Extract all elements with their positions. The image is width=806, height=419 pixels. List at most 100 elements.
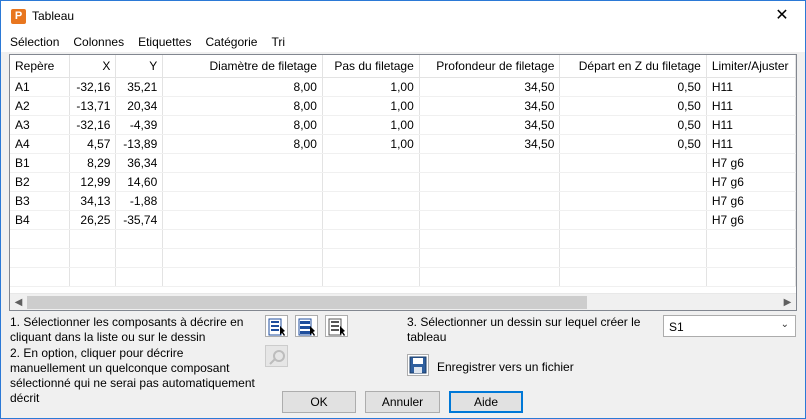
table-cell[interactable]: 1,00 (322, 134, 420, 154)
table-cell[interactable]: H11 (706, 96, 796, 116)
table-cell[interactable] (419, 191, 561, 211)
table-cell[interactable]: B3 (10, 191, 70, 211)
table-cell[interactable] (322, 229, 420, 249)
table-cell[interactable] (69, 248, 117, 268)
table-cell[interactable] (69, 267, 117, 287)
table-cell[interactable]: H7 g6 (706, 191, 796, 211)
table-cell[interactable] (322, 248, 420, 268)
table-cell[interactable] (115, 229, 164, 249)
table-cell[interactable] (559, 172, 707, 192)
table-cell[interactable] (419, 248, 561, 268)
table-cell[interactable] (419, 267, 561, 287)
table-cell[interactable]: -13,89 (115, 134, 164, 154)
table-cell[interactable] (322, 191, 420, 211)
table-cell[interactable]: 1,00 (322, 96, 420, 116)
column-header[interactable]: Repère (10, 55, 70, 78)
menu-categorie[interactable]: Catégorie (198, 32, 264, 52)
table-cell[interactable]: H11 (706, 115, 796, 135)
save-to-file-label[interactable]: Enregistrer vers un fichier (437, 360, 574, 375)
table-cell[interactable]: B4 (10, 210, 70, 230)
table-row[interactable]: B1 8,29 36,34 H7 g6 (10, 153, 796, 173)
drawing-select[interactable]: S1 ⌄ (663, 315, 796, 337)
table-cell[interactable]: 20,34 (115, 96, 164, 116)
table-cell[interactable]: -32,16 (69, 115, 117, 135)
table-cell[interactable] (115, 267, 164, 287)
cancel-button[interactable]: Annuler (365, 391, 440, 413)
table-cell[interactable] (115, 248, 164, 268)
table-cell[interactable] (162, 210, 323, 230)
save-to-file-button[interactable] (407, 354, 429, 376)
table-row[interactable] (10, 229, 796, 249)
table-cell[interactable] (559, 248, 707, 268)
table-cell[interactable] (10, 229, 70, 249)
table-cell[interactable]: -13,71 (69, 96, 117, 116)
table-cell[interactable]: H11 (706, 77, 796, 97)
table-cell[interactable] (559, 153, 707, 173)
table-cell[interactable] (419, 153, 561, 173)
table-cell[interactable] (10, 248, 70, 268)
table-row[interactable]: B4 26,25 -35,74 H7 g6 (10, 210, 796, 230)
table-cell[interactable] (162, 229, 323, 249)
table-cell[interactable]: A2 (10, 96, 70, 116)
table-cell[interactable]: 1,00 (322, 115, 420, 135)
table-cell[interactable]: -1,88 (115, 191, 164, 211)
table-cell[interactable] (706, 267, 796, 287)
table-row[interactable]: B2 12,99 14,60 H7 g6 (10, 172, 796, 192)
table-cell[interactable]: H7 g6 (706, 210, 796, 230)
table-cell[interactable]: -35,74 (115, 210, 164, 230)
menu-tri[interactable]: Tri (264, 32, 292, 52)
table-cell[interactable]: -32,16 (69, 77, 117, 97)
table-row[interactable]: B3 34,13 -1,88 H7 g6 (10, 191, 796, 211)
table-cell[interactable] (559, 191, 707, 211)
table-cell[interactable] (162, 248, 323, 268)
table-cell[interactable]: 8,00 (162, 115, 323, 135)
select-all-button[interactable] (295, 315, 318, 337)
table-cell[interactable]: 0,50 (559, 96, 707, 116)
column-header[interactable]: Profondeur de filetage (419, 55, 561, 78)
table-cell[interactable]: 8,00 (162, 134, 323, 154)
table-cell[interactable]: 36,34 (115, 153, 164, 173)
table-cell[interactable]: 34,50 (419, 115, 561, 135)
close-button[interactable]: ✕ (759, 1, 805, 32)
table-cell[interactable]: 0,50 (559, 134, 707, 154)
scroll-right-icon[interactable]: ▶ (779, 294, 796, 310)
table-cell[interactable]: A1 (10, 77, 70, 97)
table-cell[interactable] (322, 172, 420, 192)
table-cell[interactable] (10, 267, 70, 287)
table-cell[interactable]: B2 (10, 172, 70, 192)
horizontal-scrollbar[interactable]: ◀ ▶ (10, 293, 796, 310)
table-cell[interactable]: 34,50 (419, 96, 561, 116)
table-cell[interactable] (559, 267, 707, 287)
ok-button[interactable]: OK (282, 391, 356, 413)
table-row[interactable]: A4 4,57 -13,89 8,00 1,00 34,50 0,50 H11 (10, 134, 796, 154)
table-cell[interactable] (162, 153, 323, 173)
scroll-left-icon[interactable]: ◀ (10, 294, 27, 310)
table-cell[interactable] (419, 172, 561, 192)
table-cell[interactable] (322, 210, 420, 230)
table-cell[interactable] (69, 229, 117, 249)
table-cell[interactable] (322, 267, 420, 287)
menu-colonnes[interactable]: Colonnes (66, 32, 131, 52)
table-cell[interactable]: H11 (706, 134, 796, 154)
table-cell[interactable]: 1,00 (322, 77, 420, 97)
table-cell[interactable]: 4,57 (69, 134, 117, 154)
table-cell[interactable] (706, 248, 796, 268)
table-cell[interactable]: 26,25 (69, 210, 117, 230)
table-cell[interactable]: H7 g6 (706, 172, 796, 192)
column-header[interactable]: Départ en Z du filetage (559, 55, 707, 78)
table-row[interactable] (10, 267, 796, 287)
table-cell[interactable] (419, 229, 561, 249)
column-header[interactable]: Y (115, 55, 164, 78)
table-cell[interactable] (162, 172, 323, 192)
table-cell[interactable]: 34,13 (69, 191, 117, 211)
table-cell[interactable]: 8,29 (69, 153, 117, 173)
table-cell[interactable] (162, 191, 323, 211)
table-cell[interactable]: H7 g6 (706, 153, 796, 173)
table-cell[interactable]: 35,21 (115, 77, 164, 97)
help-button[interactable]: Aide (449, 391, 523, 413)
components-table[interactable]: Repère X Y Diamètre de filetage Pas du filet… (9, 54, 797, 311)
table-cell[interactable] (419, 210, 561, 230)
column-header[interactable]: Pas du filetage (322, 55, 420, 78)
column-header[interactable]: Diamètre de filetage (162, 55, 323, 78)
table-cell[interactable]: A4 (10, 134, 70, 154)
